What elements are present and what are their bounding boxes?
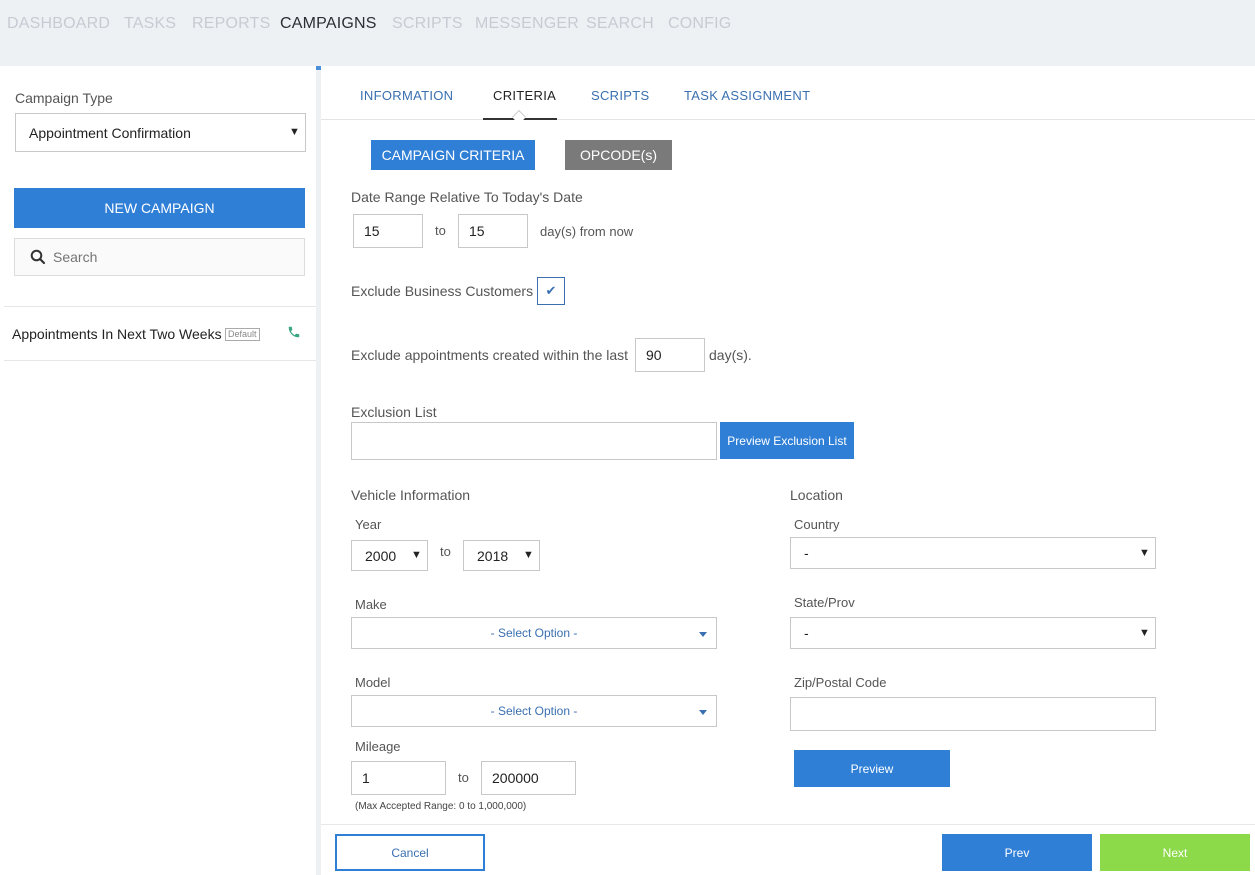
model-select[interactable]: - Select Option - bbox=[351, 695, 717, 727]
zip-input[interactable] bbox=[790, 697, 1156, 731]
nav-scripts[interactable]: SCRIPTS bbox=[392, 15, 463, 33]
campaign-type-label: Campaign Type bbox=[15, 90, 113, 106]
footer-divider bbox=[321, 824, 1255, 825]
mileage-note: (Max Accepted Range: 0 to 1,000,000) bbox=[355, 801, 527, 812]
active-tab-pointer bbox=[511, 109, 527, 125]
tabs-divider bbox=[321, 119, 1255, 120]
make-select[interactable]: - Select Option - bbox=[351, 617, 717, 649]
campaign-type-value: Appointment Confirmation bbox=[29, 124, 191, 141]
search-box bbox=[14, 238, 305, 276]
search-input[interactable] bbox=[53, 245, 293, 269]
year-label: Year bbox=[355, 517, 382, 532]
date-from-input[interactable]: 15 bbox=[353, 214, 423, 248]
campaign-criteria-button[interactable]: CAMPAIGN CRITERIA bbox=[371, 140, 535, 170]
nav-reports[interactable]: REPORTS bbox=[192, 15, 270, 33]
chevron-down-icon: ▼ bbox=[289, 126, 300, 138]
exclude-business-label: Exclude Business Customers bbox=[351, 283, 534, 299]
nav-tasks[interactable]: TASKS bbox=[124, 15, 176, 33]
model-label: Model bbox=[355, 675, 391, 690]
state-value: - bbox=[804, 625, 809, 641]
country-select[interactable]: - ▼ bbox=[790, 537, 1156, 569]
year-to-select[interactable]: 2018 ▼ bbox=[463, 540, 540, 571]
exclude-days-suffix: day(s). bbox=[709, 347, 752, 363]
vehicle-section-label: Vehicle Information bbox=[351, 487, 471, 503]
exclude-business-checkbox[interactable]: ✔ bbox=[537, 277, 565, 305]
mileage-from-input[interactable]: 1 bbox=[351, 761, 446, 795]
nav-search[interactable]: SEARCH bbox=[586, 15, 654, 33]
state-label: State/Prov bbox=[794, 595, 855, 610]
year-to-text: to bbox=[440, 544, 451, 559]
country-label: Country bbox=[794, 517, 840, 532]
date-to-text: to bbox=[435, 223, 446, 238]
zip-label: Zip/Postal Code bbox=[794, 675, 887, 690]
nav-messenger[interactable]: MESSENGER bbox=[475, 15, 579, 33]
location-section-label: Location bbox=[790, 487, 843, 503]
opcodes-button[interactable]: OPCODE(s) bbox=[565, 140, 672, 170]
exclusion-list-input[interactable] bbox=[351, 422, 717, 460]
search-icon bbox=[30, 249, 46, 270]
checkmark-icon: ✔ bbox=[545, 283, 557, 298]
date-suffix: day(s) from now bbox=[540, 224, 634, 239]
tab-information[interactable]: INFORMATION bbox=[360, 88, 453, 103]
phone-icon bbox=[287, 325, 301, 344]
exclude-days-input[interactable]: 90 bbox=[635, 338, 705, 372]
default-badge: Default bbox=[225, 328, 260, 341]
year-from-value: 2000 bbox=[365, 547, 397, 564]
campaign-sidebar bbox=[4, 66, 316, 816]
mileage-label: Mileage bbox=[355, 739, 401, 754]
next-button[interactable]: Next bbox=[1100, 834, 1250, 871]
chevron-down-icon: ▼ bbox=[523, 549, 534, 561]
list-divider bbox=[4, 360, 316, 361]
chevron-down-icon: ▼ bbox=[411, 549, 422, 561]
year-from-select[interactable]: 2000 ▼ bbox=[351, 540, 428, 571]
preview-exclusion-list-button[interactable]: Preview Exclusion List bbox=[720, 422, 854, 459]
sidebar-divider[interactable] bbox=[316, 66, 321, 875]
chevron-down-icon bbox=[699, 632, 707, 637]
campaign-type-select[interactable]: Appointment Confirmation ▼ bbox=[15, 113, 306, 152]
tab-task-assignment[interactable]: TASK ASSIGNMENT bbox=[684, 88, 810, 103]
exclude-created-label: Exclude appointments created within the … bbox=[351, 347, 629, 363]
mileage-to-input[interactable]: 200000 bbox=[481, 761, 576, 795]
chevron-down-icon: ▼ bbox=[1139, 627, 1150, 639]
make-value: - Select Option - bbox=[490, 626, 578, 640]
chevron-down-icon bbox=[699, 710, 707, 715]
nav-campaigns[interactable]: CAMPAIGNS bbox=[280, 15, 377, 33]
make-label: Make bbox=[355, 597, 387, 612]
date-to-input[interactable]: 15 bbox=[458, 214, 528, 248]
model-value: - Select Option - bbox=[490, 704, 578, 718]
prev-button[interactable]: Prev bbox=[942, 834, 1092, 871]
cancel-button[interactable]: Cancel bbox=[335, 834, 485, 871]
country-value: - bbox=[804, 545, 809, 561]
new-campaign-button[interactable]: NEW CAMPAIGN bbox=[14, 188, 305, 228]
exclusion-list-label: Exclusion List bbox=[351, 404, 437, 420]
preview-button[interactable]: Preview bbox=[794, 750, 950, 787]
date-range-label: Date Range Relative To Today's Date bbox=[351, 189, 583, 205]
divider-notch bbox=[316, 66, 321, 70]
tab-scripts[interactable]: SCRIPTS bbox=[591, 88, 649, 103]
tab-criteria[interactable]: CRITERIA bbox=[493, 88, 556, 103]
state-select[interactable]: - ▼ bbox=[790, 617, 1156, 649]
year-to-value: 2018 bbox=[477, 547, 509, 564]
nav-dashboard[interactable]: DASHBOARD bbox=[7, 15, 110, 33]
list-item[interactable]: Appointments In Next Two Weeks Default bbox=[4, 307, 316, 360]
nav-config[interactable]: CONFIG bbox=[668, 15, 731, 33]
top-navigation: DASHBOARD TASKS REPORTS CAMPAIGNS SCRIPT… bbox=[0, 0, 1255, 66]
chevron-down-icon: ▼ bbox=[1139, 547, 1150, 559]
campaign-name: Appointments In Next Two Weeks bbox=[12, 326, 222, 342]
mileage-to-text: to bbox=[458, 770, 469, 785]
